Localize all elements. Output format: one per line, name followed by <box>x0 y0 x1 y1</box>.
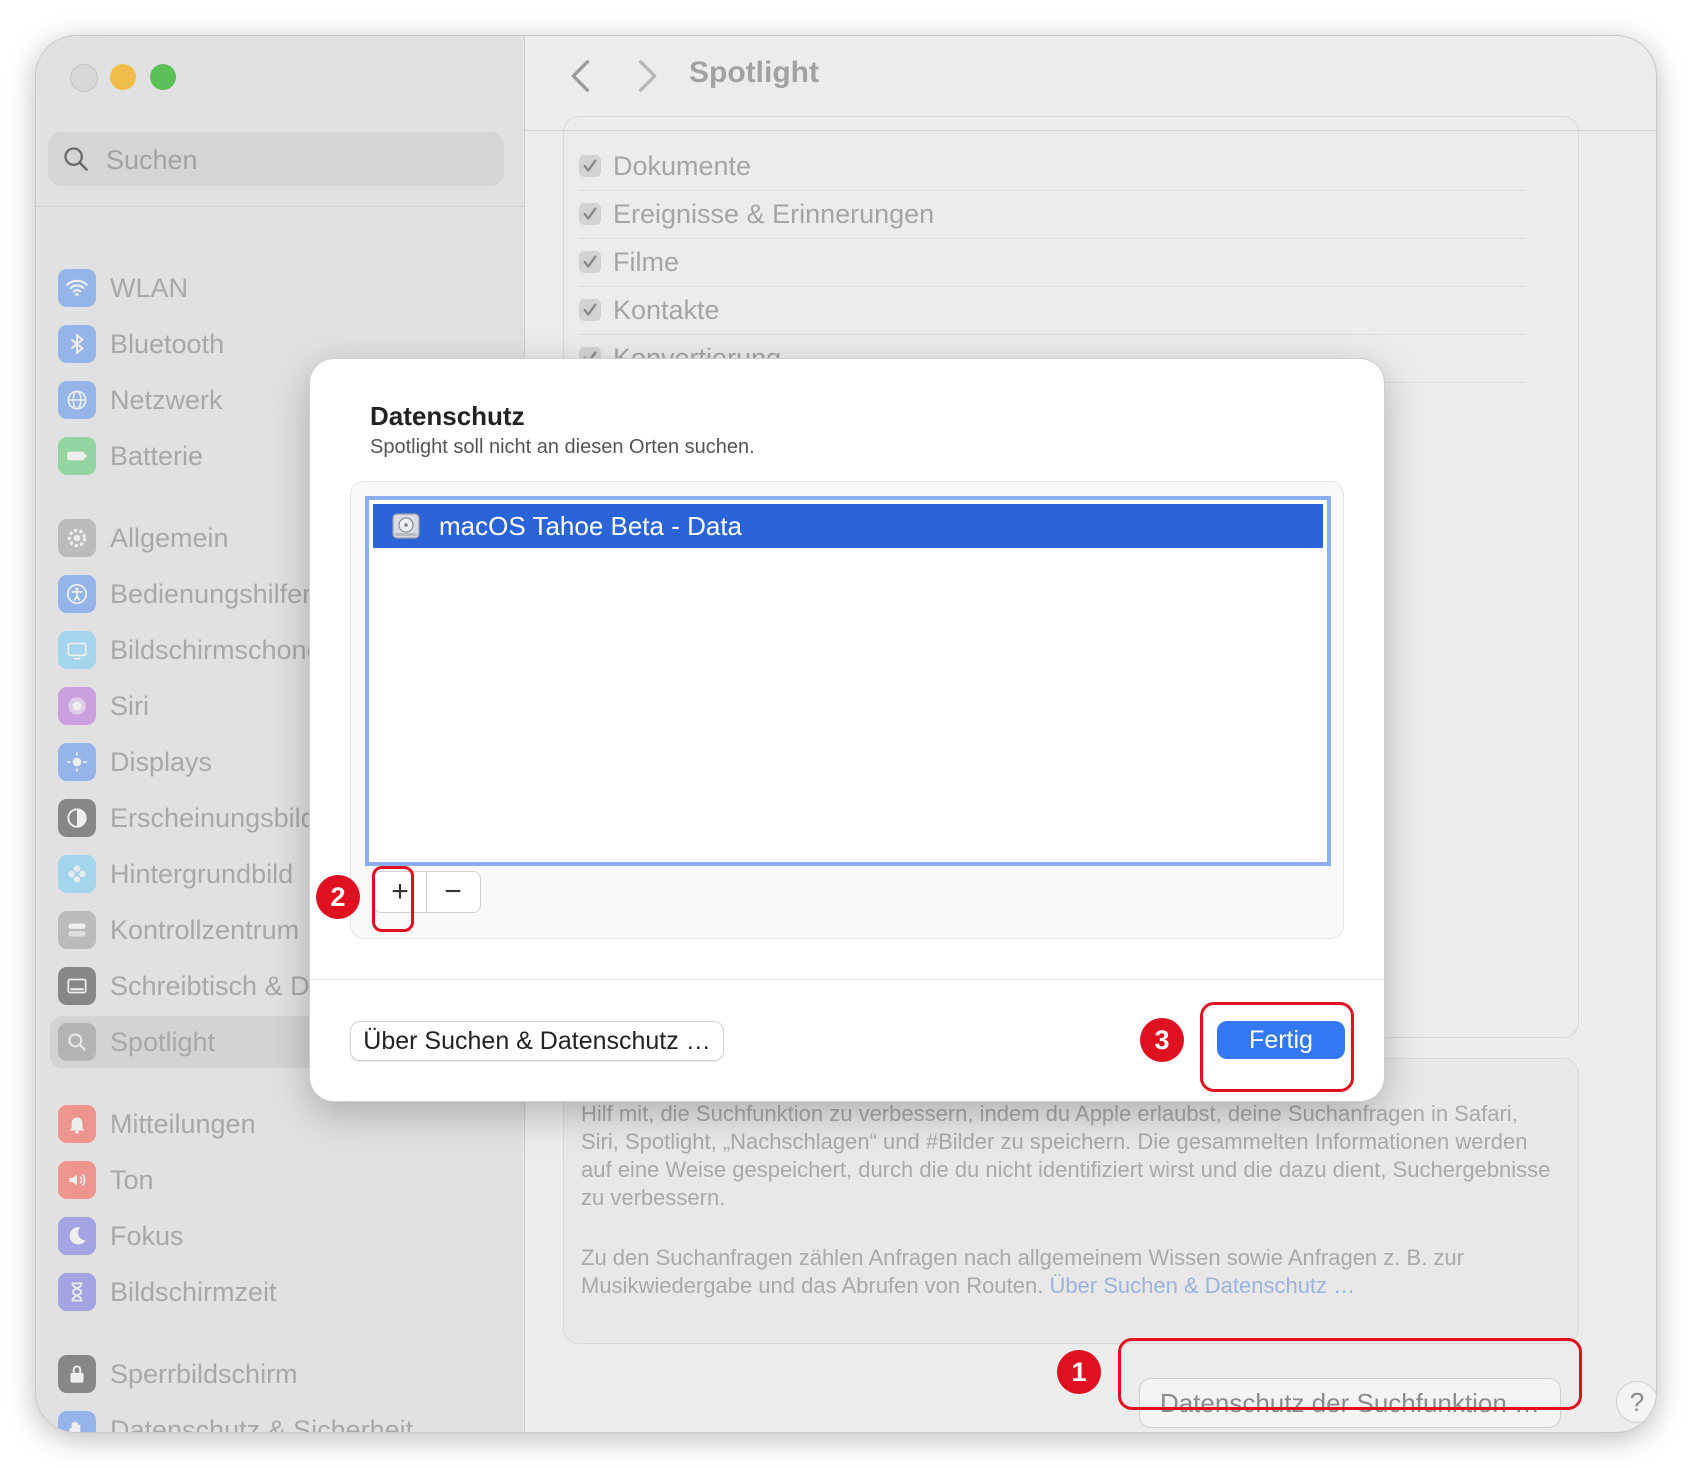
sidebar-item-sperrbildschirm[interactable]: Sperrbildschirm <box>50 1348 510 1400</box>
close-window-button[interactable] <box>70 64 98 92</box>
category-row[interactable]: Dokumente <box>579 142 1525 191</box>
category-checkbox[interactable] <box>579 203 601 225</box>
sidebar-item-label: Netzwerk <box>110 384 223 415</box>
minimize-window-button[interactable] <box>110 64 136 90</box>
dock-icon <box>58 967 96 1005</box>
speaker-icon <box>58 1161 96 1199</box>
sidebar-item-label: Bluetooth <box>110 328 225 359</box>
sidebar-item-label: Batterie <box>110 440 204 471</box>
back-chevron-icon[interactable] <box>567 58 595 94</box>
page-title: Spotlight <box>689 56 819 89</box>
forward-chevron-icon[interactable] <box>633 58 661 94</box>
highlight-privacy-button <box>1118 1338 1582 1410</box>
dialog-subtitle: Spotlight soll nicht an diesen Orten suc… <box>370 436 755 458</box>
about-search-privacy-link[interactable]: Über Suchen & Datenschutz … <box>1049 1273 1355 1298</box>
gear-icon <box>58 519 96 557</box>
sidebar-item-label: Mitteilungen <box>110 1108 256 1139</box>
sidebar-item-label: Bildschirmschoner <box>110 634 331 665</box>
category-label: Ereignisse & Erinnerungen <box>613 198 935 229</box>
privacy-dialog: Datenschutz Spotlight soll nicht an dies… <box>310 359 1384 1101</box>
sidebar-item-label: Bedienungshilfen <box>110 578 318 609</box>
sidebar-divider <box>36 206 524 207</box>
hourglass-icon <box>58 1273 96 1311</box>
sidebar-item-label: Allgemein <box>110 522 229 553</box>
category-label: Kontakte <box>613 294 720 325</box>
sidebar-item-label: Bildschirmzeit <box>110 1276 277 1307</box>
hand-icon <box>58 1411 96 1432</box>
excluded-locations-list[interactable]: macOS Tahoe Beta - Data <box>365 496 1331 866</box>
category-label: Filme <box>613 246 679 277</box>
list-item-label: macOS Tahoe Beta - Data <box>439 510 743 541</box>
sidebar-search[interactable] <box>48 132 504 188</box>
lock-icon <box>58 1355 96 1393</box>
category-row[interactable]: Filme <box>579 238 1525 287</box>
sidebar-item-mitteilungen[interactable]: Mitteilungen <box>50 1098 510 1150</box>
category-checkbox[interactable] <box>579 155 601 177</box>
help-improve-description: Hilf mit, die Suchfunktion zu verbessern… <box>581 1101 1551 1210</box>
screensaver-icon <box>58 631 96 669</box>
globe-icon <box>58 381 96 419</box>
battery-icon <box>58 437 96 475</box>
highlight-add-button <box>372 866 414 932</box>
sidebar-item-label: Erscheinungsbild <box>110 802 316 833</box>
category-row[interactable]: Kontakte <box>579 286 1525 335</box>
sidebar-item-label: Kontrollzentrum <box>110 914 300 945</box>
sidebar-item-label: Siri <box>110 690 149 721</box>
highlight-done-button <box>1200 1002 1354 1092</box>
about-search-privacy-button[interactable]: Über Suchen & Datenschutz … <box>350 1021 724 1061</box>
sidebar-item-label: Displays <box>110 746 213 777</box>
sidebar-item-bildschirmzeit[interactable]: Bildschirmzeit <box>50 1266 510 1318</box>
checkmark-icon <box>583 303 597 316</box>
category-label: Dokumente <box>613 150 752 181</box>
toggles-icon <box>58 911 96 949</box>
step-badge-3: 3 <box>1140 1018 1184 1062</box>
accessibility-icon <box>58 575 96 613</box>
category-checkbox[interactable] <box>579 251 601 273</box>
wifi-icon <box>58 269 96 307</box>
sidebar-item-label: WLAN <box>110 272 189 303</box>
magnifier-icon <box>58 1023 96 1061</box>
bluetooth-icon <box>58 325 96 363</box>
category-row[interactable]: Ereignisse & Erinnerungen <box>579 190 1525 239</box>
sidebar-item-label: Hintergrundbild <box>110 858 294 889</box>
category-checkbox[interactable] <box>579 299 601 321</box>
sidebar-item-datenschutz-sicherheit[interactable]: Datenschutz & Sicherheit <box>50 1404 510 1432</box>
step-badge-1: 1 <box>1057 1350 1101 1394</box>
step-badge-2: 2 <box>316 875 360 919</box>
sidebar-item-wlan[interactable]: WLAN <box>50 262 510 314</box>
checkmark-icon <box>583 159 597 172</box>
dialog-divider <box>310 979 1384 980</box>
sidebar-item-label: Datenschutz & Sicherheit <box>110 1414 414 1433</box>
remove-location-button[interactable]: − <box>427 872 479 912</box>
maximize-window-button[interactable] <box>150 64 176 90</box>
sidebar-item-label: Sperrbildschirm <box>110 1358 298 1389</box>
sidebar-item-fokus[interactable]: Fokus <box>50 1210 510 1262</box>
sidebar-item-label: Ton <box>110 1164 154 1195</box>
list-item[interactable]: macOS Tahoe Beta - Data <box>373 504 1323 548</box>
sidebar-item-label: Spotlight <box>110 1026 216 1057</box>
siri-icon <box>58 687 96 725</box>
sidebar-item-label: Fokus <box>110 1220 184 1251</box>
moon-icon <box>58 1217 96 1255</box>
sun-icon <box>58 743 96 781</box>
help-button[interactable]: ? <box>1616 1381 1656 1423</box>
search-queries-description: Zu den Suchanfragen zählen Anfragen nach… <box>581 1244 1551 1300</box>
dialog-title: Datenschutz <box>370 401 525 431</box>
search-icon <box>64 147 88 171</box>
bell-icon <box>58 1105 96 1143</box>
checkmark-icon <box>583 255 597 268</box>
checkmark-icon <box>583 207 597 220</box>
hard-disk-icon <box>392 513 420 539</box>
appearance-icon <box>58 799 96 837</box>
search-input[interactable] <box>104 132 488 188</box>
sidebar-item-ton[interactable]: Ton <box>50 1154 510 1206</box>
flower-icon <box>58 855 96 893</box>
